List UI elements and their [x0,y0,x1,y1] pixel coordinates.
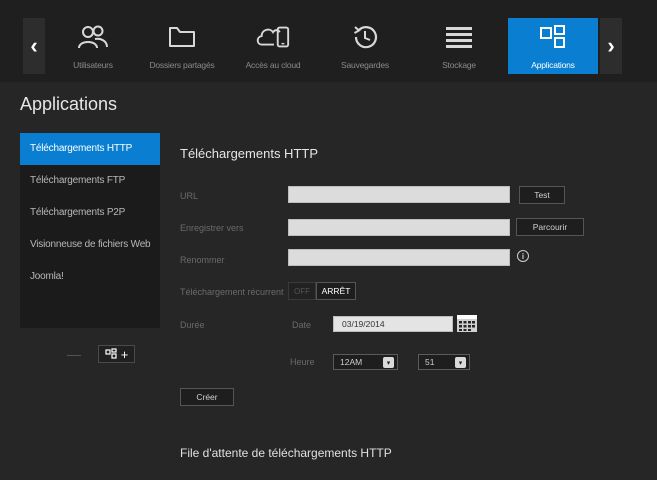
history-icon [347,22,383,52]
recurring-download-label: Téléchargement récurrent [180,287,284,297]
sidebar-item-p2p-downloads[interactable]: Téléchargements P2P [20,197,160,229]
add-app-button[interactable]: + [98,345,135,363]
nav-next-arrow[interactable]: › [600,18,622,74]
nav-label-backups: Sauvegardes [341,60,389,70]
app-sidebar: Téléchargements HTTP Téléchargements FTP… [20,133,160,328]
minute-value: 51 [425,357,435,367]
apps-icon [105,347,117,362]
rename-label: Renommer [180,255,225,265]
sidebar-item-ftp-downloads[interactable]: Téléchargements FTP [20,165,160,197]
url-input[interactable] [288,186,510,203]
plus-icon: + [120,346,129,362]
rename-input[interactable] [288,249,510,266]
nav-item-shared-folders[interactable]: Dossiers partagés [137,18,227,74]
toggle-off-segment[interactable]: OFF [288,282,316,300]
calendar-icon[interactable] [456,313,478,333]
time-label: Heure [290,357,315,367]
section-title: Téléchargements HTTP [180,146,318,161]
save-to-input[interactable] [288,219,510,236]
browse-button[interactable]: Parcourir [516,218,584,236]
chevron-down-icon: ▾ [383,357,394,368]
hour-value: 12AM [340,357,363,367]
date-input[interactable]: 03/19/2014 [333,316,453,332]
top-navigation: ‹ Utilisateurs Dossiers partagés Accès a… [0,0,657,82]
users-icon [75,22,111,52]
date-label: Date [292,320,312,330]
nav-label-shared-folders: Dossiers partagés [149,60,215,70]
nav-prev-arrow[interactable]: ‹ [23,18,45,74]
info-icon[interactable]: i [517,250,529,262]
nav-label-cloud-access: Accès au cloud [245,60,301,70]
nav-label-users: Utilisateurs [73,60,113,70]
sidebar-controls: — + [60,345,135,363]
toggle-state-label[interactable]: ARRÊT [316,282,356,300]
cloud-device-icon [255,22,291,52]
nav-item-applications[interactable]: Applications [508,18,598,74]
minute-select[interactable]: 51 ▾ [418,354,470,370]
apps-icon [535,22,571,52]
nav-item-cloud-access[interactable]: Accès au cloud [228,18,318,74]
folder-icon [164,22,200,52]
recurring-toggle[interactable]: OFF ARRÊT [288,282,356,300]
nav-label-storage: Stockage [442,60,476,70]
save-to-label: Enregistrer vers [180,223,244,233]
create-button[interactable]: Créer [180,388,234,406]
sidebar-item-http-downloads[interactable]: Téléchargements HTTP [20,133,160,165]
nav-item-users[interactable]: Utilisateurs [48,18,138,74]
hour-select[interactable]: 12AM ▾ [333,354,398,370]
url-label: URL [180,191,199,201]
test-button[interactable]: Test [519,186,565,204]
nav-item-backups[interactable]: Sauvegardes [320,18,410,74]
page-title: Applications [20,94,118,114]
sidebar-item-web-file-viewer[interactable]: Visionneuse de fichiers Web [20,229,160,261]
download-queue-title: File d'attente de téléchargements HTTP [180,446,392,460]
chevron-down-icon: ▾ [455,357,466,368]
nav-item-storage[interactable]: Stockage [414,18,504,74]
remove-app-button[interactable]: — [60,346,88,362]
sidebar-item-joomla[interactable]: Joomla! [20,261,160,293]
schedule-label: Durée [180,320,205,330]
nav-label-applications: Applications [531,60,575,70]
storage-icon [441,22,477,52]
